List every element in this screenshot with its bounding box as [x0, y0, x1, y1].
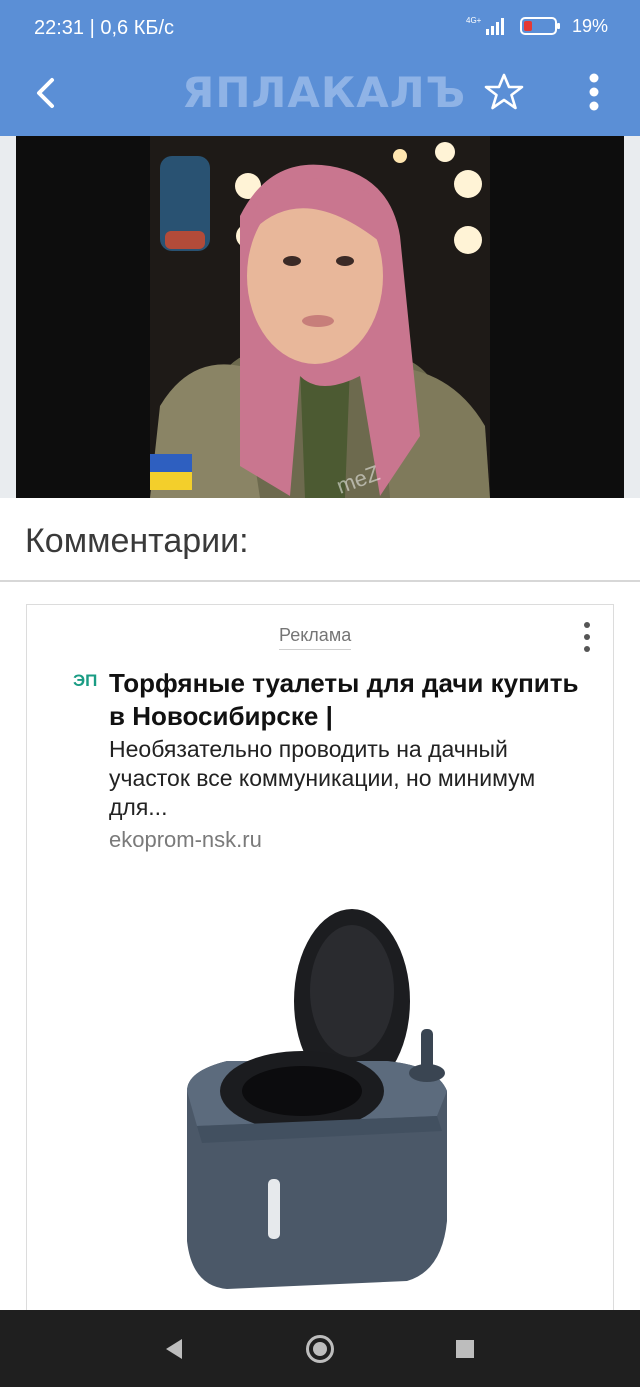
back-button[interactable] — [28, 70, 68, 116]
product-image[interactable] — [167, 901, 467, 1301]
triangle-back-icon — [166, 1339, 182, 1359]
more-menu-button[interactable] — [580, 70, 608, 114]
nav-home-button[interactable] — [305, 1334, 335, 1369]
more-vertical-icon — [589, 73, 599, 111]
ad-description: Необязательно проводить на дачный участо… — [109, 736, 536, 820]
battery-percent: 19% — [571, 15, 608, 36]
section-divider — [0, 580, 640, 582]
advertiser-logo: ЭП — [73, 671, 98, 690]
ad-label: Реклама — [279, 625, 352, 650]
post-video[interactable]: meZ — [0, 136, 640, 498]
favorite-button[interactable] — [484, 72, 524, 112]
network-type: 4G+ — [466, 16, 482, 25]
ad-options-button[interactable] — [577, 619, 597, 655]
app-bar: ЯПЛАКАЛЪ — [0, 56, 640, 136]
ad-domain[interactable]: ekoprom-nsk.ru — [109, 827, 262, 853]
status-time: 22:31 | 0,6 КБ/с — [34, 17, 175, 39]
video-frame-image: meZ — [16, 136, 624, 498]
nav-recent-button[interactable] — [455, 1339, 475, 1364]
circle-home-icon — [306, 1335, 334, 1363]
site-logo[interactable]: ЯПЛАКАЛЪ — [182, 68, 466, 117]
signal-icon: 4G+ — [466, 16, 504, 35]
more-vertical-icon — [584, 622, 590, 652]
comments-heading: Комментарии: — [25, 522, 249, 560]
system-navigation-bar — [0, 1310, 640, 1387]
status-bar: 22:31 | 0,6 КБ/с 4G+ 19% — [0, 0, 640, 56]
arrow-left-icon — [37, 78, 54, 108]
square-recent-icon — [456, 1340, 474, 1358]
battery-icon — [519, 17, 560, 35]
nav-back-button[interactable] — [164, 1338, 184, 1365]
ad-title[interactable]: Торфяные туалеты для дачи купить в Новос… — [109, 667, 599, 733]
status-indicators: 4G+ 19% — [466, 15, 608, 37]
star-outline-icon — [484, 73, 524, 110]
ad-card[interactable]: Реклама ЭП Торфяные туалеты для дачи куп… — [26, 604, 614, 1324]
